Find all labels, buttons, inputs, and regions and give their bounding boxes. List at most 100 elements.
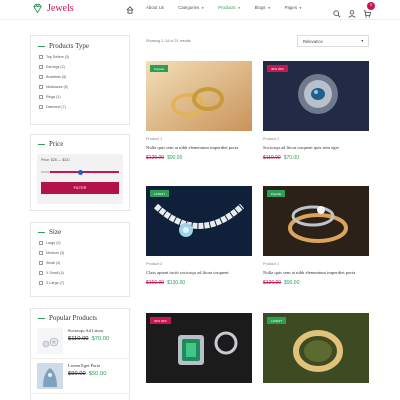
old-price: $110.00 <box>263 155 281 162</box>
filter-label: Earrings (2) <box>46 65 65 69</box>
filter-necklaces[interactable]: Necklaces (5) <box>31 82 129 92</box>
filter-button[interactable]: FILTER <box>41 182 119 194</box>
title-bar <box>38 45 45 47</box>
checkbox[interactable] <box>39 95 43 99</box>
checkbox[interactable] <box>39 55 43 59</box>
product-title[interactable]: Sociosqu ad litora torquent quis sem ege… <box>263 145 369 151</box>
old-price: $110.00 <box>68 336 89 342</box>
nav-products[interactable]: Products ▼ <box>218 5 240 10</box>
product-name[interactable]: Sociosqu Ad Litora <box>68 328 109 333</box>
nav-label: Products <box>218 5 236 10</box>
product-category: Product 1 <box>263 262 280 266</box>
old-price: $120.00 <box>263 280 282 287</box>
results-count: Showing 1–18 of 21 results <box>146 39 191 43</box>
product-badge: Popular <box>150 65 169 72</box>
product-image[interactable]: Popular <box>263 186 369 256</box>
product-image[interactable]: LATEST <box>146 186 252 256</box>
new-price: $130.00 <box>167 280 186 287</box>
filter-size-large[interactable]: Large (3) <box>31 238 129 248</box>
product-badge: LATEST <box>267 317 287 324</box>
product-badge: 40% OFF <box>150 317 171 324</box>
product-price: $120.00 $90.00 <box>263 280 369 286</box>
nav-label: Pages <box>284 5 298 10</box>
checkbox[interactable] <box>39 85 43 89</box>
product-badge: 40% OFF <box>267 65 288 72</box>
product-name[interactable]: Lorem Eget Porta <box>68 363 106 368</box>
checkbox[interactable] <box>39 65 43 69</box>
nav-about-us[interactable]: About Us <box>146 5 164 10</box>
filter-label: X Small (4) <box>46 271 64 275</box>
new-price: $50.00 <box>88 371 107 377</box>
filter-label: Large (3) <box>46 241 61 245</box>
nav-pages[interactable]: Pages ▼ <box>285 5 302 10</box>
filter-bracelets[interactable]: Bracelets (5) <box>31 72 129 82</box>
widget-title: Products Type <box>31 40 129 52</box>
filter-size-x-small[interactable]: X Small (4) <box>31 268 129 278</box>
checkbox[interactable] <box>39 271 43 275</box>
search-icon[interactable] <box>333 5 341 18</box>
checkbox[interactable] <box>39 105 43 109</box>
product-title[interactable]: Nulla quis sem at nibh elementum imperdi… <box>263 270 369 276</box>
filter-earrings[interactable]: Earrings (2) <box>31 62 129 72</box>
price-filter-box: Price: $28 — $321 FILTER <box>37 154 123 204</box>
sort-value: Relevance <box>303 39 323 44</box>
filter-top-sellers[interactable]: Top Sellers (3) <box>31 52 129 62</box>
product-image[interactable]: 40% OFF <box>146 313 252 383</box>
product-price: $90.00 $50.00 <box>68 371 106 377</box>
product-image[interactable]: Popular <box>146 61 252 131</box>
product-title[interactable]: Nulla quis sem at nibh elementum imperdi… <box>146 145 252 151</box>
widget-title: Price <box>31 138 129 150</box>
product-thumbnail[interactable] <box>37 363 63 389</box>
filter-label: Small (4) <box>46 261 61 265</box>
checkbox[interactable] <box>39 241 43 245</box>
new-price: $90.00 <box>284 280 300 287</box>
product-card[interactable]: 40% OFF Product 2 Sociosqu ad litora tor… <box>263 61 369 161</box>
product-image[interactable]: 40% OFF <box>263 61 369 131</box>
logo[interactable]: Jewels <box>32 3 74 14</box>
filter-size-x-large[interactable]: X Large (7) <box>31 278 129 288</box>
filter-rings[interactable]: Rings (1) <box>31 92 129 102</box>
title-bar <box>38 231 45 233</box>
site-header: Jewels About Us Categories ▼ Products ▼ Bl… <box>0 0 400 20</box>
home-icon[interactable] <box>126 6 134 14</box>
main-nav: About Us Categories ▼ Products ▼ Blogs ▼ Pa… <box>146 5 316 10</box>
widget-title-text: Products Type <box>49 42 90 50</box>
chevron-down-icon: ▼ <box>267 5 271 10</box>
chevron-down-icon: ▼ <box>237 5 241 10</box>
product-card[interactable]: Popular Product 1 Nulla quis sem at nibh… <box>146 61 252 161</box>
checkbox[interactable] <box>39 281 43 285</box>
product-badge: Popular <box>267 190 286 197</box>
user-icon[interactable] <box>348 5 356 18</box>
old-price: $120.00 <box>146 155 165 162</box>
popular-product-item[interactable]: Lorem Eget Porta $90.00 $50.00 <box>31 359 129 394</box>
title-bar <box>38 143 45 145</box>
checkbox[interactable] <box>39 251 43 255</box>
filter-label: Necklaces (5) <box>46 85 68 89</box>
widget-title: Popular Products <box>31 312 129 324</box>
checkbox[interactable] <box>39 261 43 265</box>
popular-product-item[interactable]: Sociosqu Ad Litora $110.00 $70.00 <box>31 324 129 359</box>
filter-label: Top Sellers (3) <box>46 55 70 59</box>
sort-select[interactable]: Relevance ▼ <box>297 35 369 47</box>
product-title[interactable]: Class aptent taciti sociosqu ad litora t… <box>146 270 252 276</box>
chevron-down-icon: ▼ <box>201 5 205 10</box>
product-thumbnail[interactable] <box>37 328 63 354</box>
nav-categories[interactable]: Categories ▼ <box>178 5 204 10</box>
filter-diamond[interactable]: Diamond (7) <box>31 102 129 112</box>
checkbox[interactable] <box>39 75 43 79</box>
product-card[interactable]: LATEST <box>263 313 369 383</box>
filter-size-small[interactable]: Small (4) <box>31 258 129 268</box>
price-slider[interactable] <box>41 169 119 175</box>
new-price: $70.00 <box>91 336 110 342</box>
filter-label: Medium (3) <box>46 251 65 255</box>
cart-icon[interactable]: 0 <box>363 2 375 18</box>
product-card[interactable]: 40% OFF <box>146 313 252 383</box>
product-badge: LATEST <box>150 190 170 197</box>
filter-size-medium[interactable]: Medium (3) <box>31 248 129 258</box>
product-card[interactable]: LATEST Product 3 Class aptent taciti soc… <box>146 186 252 286</box>
product-card[interactable]: Popular Product 1 Nulla quis sem at nibh… <box>263 186 369 286</box>
nav-blogs[interactable]: Blogs ▼ <box>255 5 271 10</box>
price-widget: Price Price: $28 — $321 FILTER <box>30 134 130 211</box>
product-image[interactable]: LATEST <box>263 313 369 383</box>
product-category: Product 2 <box>263 137 280 141</box>
